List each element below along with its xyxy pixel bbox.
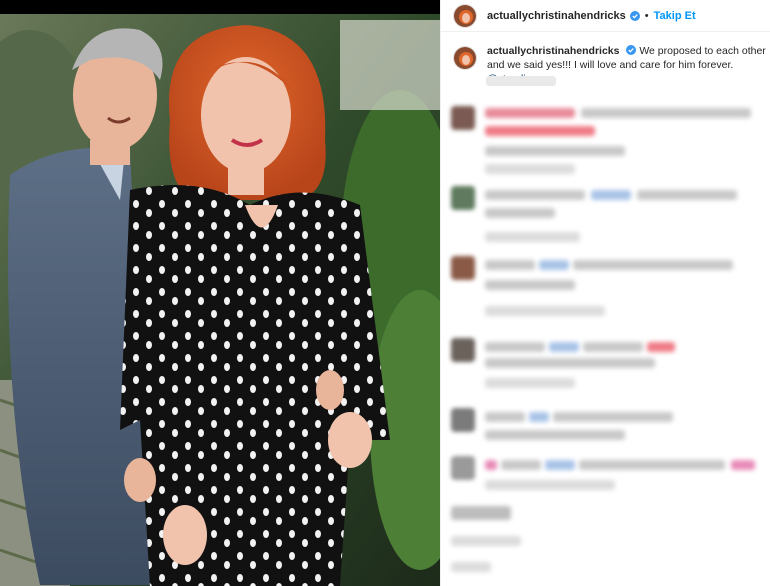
instagram-post: actuallychristinahendricks • Takip Et ac…	[0, 0, 770, 586]
caption-timestamp-blurred	[486, 76, 556, 86]
comment-item	[441, 184, 770, 254]
comment-text-blurred	[591, 190, 631, 200]
comment-item	[441, 506, 770, 576]
comment-text-blurred	[731, 460, 755, 470]
comment-text-blurred	[539, 260, 569, 270]
post-details-panel: actuallychristinahendricks • Takip Et ac…	[440, 0, 770, 586]
comment-avatar-blurred	[451, 338, 475, 362]
comment-text-blurred	[485, 342, 545, 352]
caption-username[interactable]: actuallychristinahendricks	[487, 45, 619, 57]
comment-text-blurred	[573, 260, 733, 270]
comment-text-blurred	[485, 358, 655, 368]
caption-avatar[interactable]	[453, 46, 477, 70]
photo-illustration	[0, 0, 440, 586]
avatar-image	[454, 4, 476, 27]
comment-text-blurred	[637, 190, 737, 200]
comment-meta-blurred	[451, 562, 491, 572]
comment-avatar-blurred	[451, 106, 475, 130]
comment-text-blurred	[485, 108, 575, 118]
comment-meta-blurred	[485, 232, 580, 242]
comment-text-blurred	[553, 412, 673, 422]
comment-text-blurred	[529, 412, 549, 422]
comment-meta-blurred	[485, 164, 575, 174]
comment-meta-blurred	[485, 480, 615, 490]
comment-item	[441, 254, 770, 324]
verified-badge-icon	[629, 10, 640, 21]
comment-text-blurred	[485, 146, 625, 156]
comment-text-blurred	[549, 342, 579, 352]
comment-avatar-blurred	[451, 408, 475, 432]
follow-button[interactable]: Takip Et	[654, 10, 696, 22]
avatar-image	[454, 47, 476, 69]
comment-text-blurred	[485, 190, 585, 200]
comment-text-blurred	[485, 430, 625, 440]
comment-item	[441, 104, 770, 174]
author-username[interactable]: actuallychristinahendricks	[487, 10, 626, 22]
comment-text-blurred	[485, 208, 555, 218]
comment-text-blurred	[647, 342, 675, 352]
comment-text-blurred	[579, 460, 725, 470]
comment-avatar-blurred	[451, 256, 475, 280]
post-photo[interactable]	[0, 0, 440, 586]
comment-avatar-blurred	[451, 456, 475, 480]
header-separator: •	[644, 9, 649, 22]
verified-badge-icon	[626, 45, 637, 55]
post-header: actuallychristinahendricks • Takip Et	[441, 0, 770, 32]
comment-text-blurred	[485, 260, 535, 270]
comment-text-blurred	[451, 506, 511, 520]
comment-text-blurred	[501, 460, 541, 470]
comment-text-blurred	[485, 460, 497, 470]
comment-text-blurred	[583, 342, 643, 352]
comment-meta-blurred	[451, 536, 521, 546]
comment-text-blurred	[485, 412, 525, 422]
comment-item	[441, 336, 770, 406]
comment-meta-blurred	[485, 306, 605, 316]
author-avatar[interactable]	[453, 3, 477, 28]
comment-text-blurred	[545, 460, 575, 470]
comment-meta-blurred	[485, 378, 575, 388]
comment-text-blurred	[485, 126, 595, 136]
comment-text-blurred	[485, 280, 575, 290]
comment-avatar-blurred	[451, 186, 475, 210]
comment-text-blurred	[581, 108, 751, 118]
